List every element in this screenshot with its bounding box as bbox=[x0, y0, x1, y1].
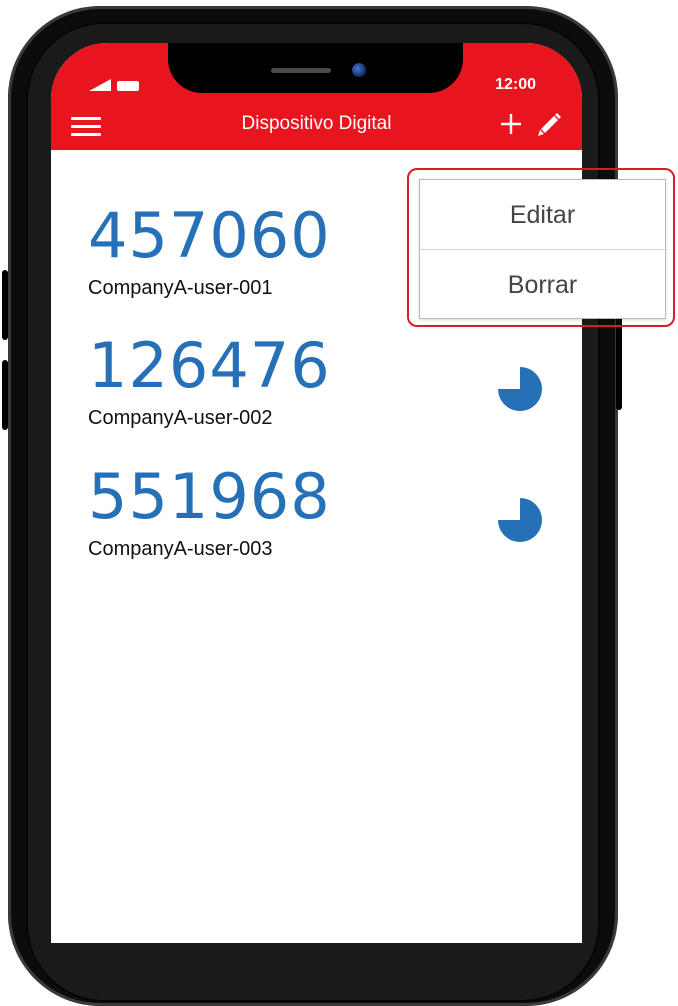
edit-icon[interactable] bbox=[535, 110, 563, 138]
front-camera bbox=[352, 63, 366, 77]
menu-item-borrar[interactable]: Borrar bbox=[420, 250, 665, 320]
context-menu: Editar Borrar bbox=[419, 179, 666, 319]
timer-icon bbox=[498, 498, 542, 542]
token-item[interactable]: 126476 CompanyA-user-002 bbox=[51, 335, 471, 445]
signal-icon bbox=[89, 79, 111, 91]
notch bbox=[168, 43, 463, 93]
token-code: 551968 bbox=[88, 460, 331, 533]
token-user: CompanyA-user-001 bbox=[88, 277, 273, 299]
speaker-grille bbox=[271, 68, 331, 73]
menu-item-editar[interactable]: Editar bbox=[420, 180, 665, 250]
token-item[interactable]: 551968 CompanyA-user-003 bbox=[51, 466, 471, 576]
battery-icon bbox=[117, 81, 139, 91]
status-time: 12:00 bbox=[495, 76, 536, 93]
timer-icon bbox=[498, 367, 542, 411]
token-code: 457060 bbox=[88, 199, 331, 272]
side-button bbox=[2, 270, 8, 340]
side-button bbox=[2, 360, 8, 430]
app-header: 12:00 Dispositivo Digital bbox=[51, 43, 582, 150]
token-user: CompanyA-user-003 bbox=[88, 538, 273, 560]
token-user: CompanyA-user-002 bbox=[88, 407, 273, 429]
add-icon[interactable] bbox=[499, 112, 523, 136]
token-code: 126476 bbox=[88, 329, 331, 402]
